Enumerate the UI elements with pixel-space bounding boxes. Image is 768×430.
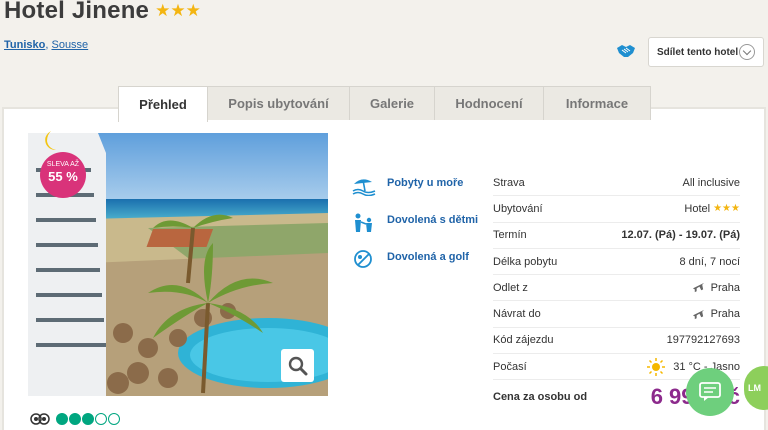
length-value: 8 dní, 7 nocí [679, 255, 740, 268]
board-label: Strava [493, 176, 525, 189]
hotel-name: Hotel Jinene [4, 0, 150, 24]
feature-beach[interactable]: Pobyty u moře [352, 176, 482, 196]
tripadvisor-rating[interactable] [30, 413, 121, 425]
rating-dot [69, 413, 81, 425]
info-row-code: Kód zájezdu 197792127693 [493, 328, 740, 355]
info-row-accommodation: Ubytování Hotel ★★★ [493, 196, 740, 223]
discount-label: SLEVA AŽ [46, 161, 80, 168]
tab-overview[interactable]: Přehled [118, 86, 208, 122]
info-row-length: Délka pobytu 8 dní, 7 nocí [493, 249, 740, 276]
share-hotel-button[interactable]: Sdílet tento hotel [648, 37, 764, 67]
rating-dot [56, 413, 68, 425]
holiday-types: Pobyty u moře Dovolená s dětmi Dovolená … [352, 176, 482, 287]
return-label: Návrat do [493, 308, 541, 321]
feature-golf[interactable]: Dovolená a golf [352, 250, 482, 270]
location-city-link[interactable]: Sousse [51, 39, 88, 51]
plane-icon [692, 283, 704, 293]
rating-dot [108, 413, 120, 425]
handshake-icon[interactable] [616, 44, 636, 58]
family-icon [355, 213, 372, 232]
tab-reviews[interactable]: Hodnocení [434, 86, 544, 120]
departure-value-wrap: Praha [692, 281, 740, 294]
rating-dot [82, 413, 94, 425]
chat-bubble-icon [699, 382, 721, 401]
term-value: 12.07. (Pá) - 19.07. (Pá) [621, 229, 740, 242]
info-row-term: Termín 12.07. (Pá) - 19.07. (Pá) [493, 223, 740, 249]
hotel-stars: ★★★ [155, 1, 201, 20]
accommodation-stars: ★★★ [713, 203, 740, 215]
plane-icon [692, 309, 704, 319]
location-country-link[interactable]: Tunisko [4, 39, 45, 51]
chat-button[interactable] [686, 368, 734, 416]
hotel-location: Tunisko, Sousse [4, 39, 88, 51]
return-value-wrap: Praha [692, 308, 740, 321]
tripadvisor-owl-icon [30, 413, 50, 425]
tab-information[interactable]: Informace [543, 86, 651, 120]
board-value: All inclusive [682, 176, 740, 189]
hotel-tabs: Přehled Popis ubytování Galerie Hodnocen… [118, 86, 651, 122]
magnifier-icon [288, 356, 307, 375]
rating-dot [95, 413, 107, 425]
accommodation-type: Hotel [684, 202, 711, 215]
beach-umbrella-icon [352, 179, 376, 196]
share-hotel-label: Sdílet tento hotel [657, 46, 739, 58]
info-row-board: Strava All inclusive [493, 170, 740, 197]
feature-beach-label: Pobyty u moře [387, 177, 464, 189]
length-label: Délka pobytu [493, 255, 558, 268]
feature-family[interactable]: Dovolená s dětmi [352, 213, 482, 233]
discount-value: 55 % [48, 169, 78, 184]
zoom-button[interactable] [281, 349, 314, 382]
tab-accommodation-description[interactable]: Popis ubytování [207, 86, 350, 120]
info-row-return: Návrat do Praha [493, 301, 740, 328]
tab-gallery[interactable]: Galerie [349, 86, 435, 120]
departure-label: Odlet z [493, 281, 528, 294]
code-value: 197792127693 [666, 334, 740, 347]
return-value: Praha [710, 308, 740, 321]
weather-label: Počasí [493, 360, 527, 373]
term-label: Termín [493, 229, 527, 242]
moon-icon [45, 131, 56, 150]
code-label: Kód zájezdu [493, 334, 554, 347]
discount-badge: SLEVA AŽ 55 % [40, 152, 86, 198]
last-minute-label: LM [748, 383, 761, 393]
hotel-title: Hotel Jinene ★★★ [4, 0, 201, 25]
departure-value: Praha [710, 281, 740, 294]
info-row-departure: Odlet z Praha [493, 275, 740, 302]
accommodation-label: Ubytování [493, 202, 543, 215]
chevron-down-icon [739, 44, 755, 60]
sun-icon [647, 357, 666, 376]
price-label: Cena za osobu od [493, 391, 588, 404]
feature-golf-label: Dovolená a golf [387, 251, 469, 263]
feature-family-label: Dovolená s dětmi [387, 214, 479, 226]
golf-icon [354, 250, 372, 268]
accommodation-value: Hotel ★★★ [684, 203, 740, 215]
